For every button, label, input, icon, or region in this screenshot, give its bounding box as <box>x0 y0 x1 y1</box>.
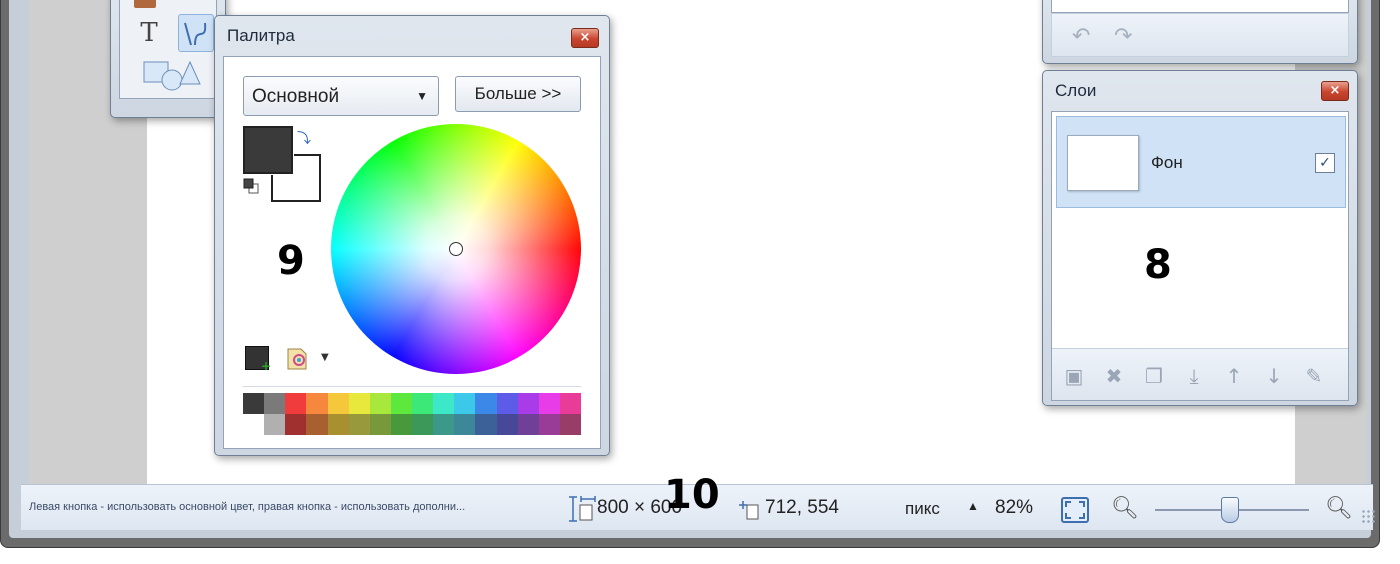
palette-close-button[interactable]: × <box>571 28 599 48</box>
resize-grip[interactable] <box>1361 509 1375 523</box>
palette-swatch[interactable] <box>243 393 265 414</box>
units-dropdown-icon[interactable]: ▲ <box>967 499 979 513</box>
tools-panel: T <box>119 0 217 99</box>
palette-swatch[interactable] <box>496 414 518 435</box>
cursor-position: 712, 554 <box>765 497 839 518</box>
palette-window: Палитра × Основной ▼ Больше >> ⤵ 9 + ▼ <box>214 15 610 456</box>
layer-name: Фон <box>1151 153 1183 172</box>
layer-visibility-checkbox[interactable]: ✓ <box>1315 153 1335 173</box>
reset-colors-icon[interactable] <box>243 178 259 194</box>
palette-swatch[interactable] <box>264 414 286 435</box>
layers-title: Слои <box>1055 81 1097 100</box>
palette-swatch[interactable] <box>369 414 391 435</box>
annotation-number-9: 9 <box>277 238 305 284</box>
layers-toolbar: ▣ ✖ ❐ ⤓ ↑ ↓ ✎ <box>1052 348 1348 400</box>
palette-swatches <box>243 393 581 435</box>
palette-swatch[interactable] <box>348 414 370 435</box>
primary-color-swatch[interactable] <box>242 125 294 175</box>
duplicate-layer-icon[interactable]: ❐ <box>1140 363 1168 389</box>
zoom-to-window-button[interactable] <box>1061 497 1089 523</box>
palette-swatch[interactable] <box>412 393 434 414</box>
palette-swatch[interactable] <box>285 414 307 435</box>
palette-swatch[interactable] <box>327 393 349 414</box>
plus-icon: + <box>260 359 271 373</box>
palette-swatch[interactable] <box>559 414 581 435</box>
palette-swatch[interactable] <box>538 393 560 414</box>
shapes-tool-icon[interactable] <box>140 56 204 92</box>
layers-close-button[interactable]: × <box>1321 81 1349 101</box>
more-button[interactable]: Больше >> <box>455 76 581 112</box>
annotation-number-8: 8 <box>1144 242 1172 288</box>
redo-icon[interactable]: ↷ <box>1114 24 1132 49</box>
history-toolbar: ↶ ↷ <box>1051 13 1349 57</box>
tools-window: T <box>110 0 226 118</box>
palette-swatch[interactable] <box>369 393 391 414</box>
palette-mode-value: Основной <box>252 86 340 107</box>
add-color-button[interactable]: + <box>245 346 271 373</box>
palette-swatch[interactable] <box>243 414 265 435</box>
palette-menu-dropdown-icon[interactable]: ▼ <box>321 352 329 363</box>
annotation-number-10: 10 <box>664 472 720 518</box>
palette-swatch[interactable] <box>433 393 455 414</box>
color-wheel[interactable] <box>331 124 581 374</box>
palette-swatch[interactable] <box>264 393 286 414</box>
text-tool-icon[interactable]: T <box>134 18 164 48</box>
palette-swatch[interactable] <box>412 414 434 435</box>
palette-file-icon[interactable] <box>285 346 309 372</box>
palette-swatch[interactable] <box>475 393 497 414</box>
layer-item[interactable]: Фон ✓ <box>1056 116 1346 208</box>
swap-colors-icon[interactable]: ⤵ <box>297 128 311 148</box>
palette-swatch[interactable] <box>327 414 349 435</box>
palette-swatch[interactable] <box>454 393 476 414</box>
units-selector[interactable]: пикс <box>905 499 940 519</box>
undo-icon[interactable]: ↶ <box>1072 24 1090 49</box>
zoom-slider-thumb[interactable] <box>1221 497 1239 523</box>
palette-mode-select[interactable]: Основной ▼ <box>243 76 439 116</box>
move-layer-up-icon[interactable]: ↑ <box>1220 363 1248 389</box>
palette-swatch[interactable] <box>433 414 455 435</box>
palette-swatch[interactable] <box>454 414 476 435</box>
add-layer-icon[interactable]: ▣ <box>1060 363 1088 389</box>
zoom-level[interactable]: 82% <box>995 497 1033 519</box>
cursor-position-icon <box>739 501 759 520</box>
line-curve-glyph <box>184 22 207 46</box>
layers-window: Слои × Фон ✓ 8 ▣ ✖ ❐ ⤓ ↑ ↓ ✎ <box>1042 70 1358 406</box>
history-list <box>1051 0 1349 13</box>
palette-swatch[interactable] <box>390 414 412 435</box>
palette-swatch[interactable] <box>517 393 539 414</box>
color-tool-icon[interactable] <box>134 0 156 8</box>
palette-swatch[interactable] <box>285 393 307 414</box>
layer-properties-icon[interactable]: ✎ <box>1300 363 1328 389</box>
palette-swatch[interactable] <box>538 414 560 435</box>
merge-layer-down-icon[interactable]: ⤓ <box>1180 363 1208 389</box>
palette-title: Палитра <box>227 26 295 45</box>
palette-divider <box>243 386 581 387</box>
palette-swatch[interactable] <box>475 414 497 435</box>
palette-swatch[interactable] <box>348 393 370 414</box>
status-hint: Левая кнопка - использовать основной цве… <box>29 501 466 513</box>
zoom-in-icon[interactable]: 🔍︎ <box>1325 495 1353 521</box>
palette-swatch[interactable] <box>517 414 539 435</box>
line-curve-tool-icon[interactable] <box>178 14 214 52</box>
layers-list: Фон ✓ 8 ▣ ✖ ❐ ⤓ ↑ ↓ ✎ <box>1051 111 1349 401</box>
zoom-out-icon[interactable]: 🔍︎ <box>1111 495 1139 521</box>
delete-layer-icon[interactable]: ✖ <box>1100 363 1128 389</box>
palette-swatch[interactable] <box>306 414 328 435</box>
palette-swatch[interactable] <box>496 393 518 414</box>
palette-swatch[interactable] <box>390 393 412 414</box>
layer-thumbnail <box>1067 135 1139 191</box>
fit-window-icon <box>1065 501 1085 519</box>
color-wheel-marker[interactable] <box>449 242 463 256</box>
move-layer-down-icon[interactable]: ↓ <box>1260 363 1288 389</box>
app-screenshot: Левая кнопка - использовать основной цве… <box>0 0 1400 564</box>
palette-swatch[interactable] <box>559 393 581 414</box>
history-window: ↶ ↷ <box>1042 0 1358 64</box>
image-size-icon <box>569 496 596 522</box>
palette-swatch[interactable] <box>306 393 328 414</box>
chevron-down-icon: ▼ <box>416 89 428 103</box>
shapes-glyph <box>143 60 201 91</box>
